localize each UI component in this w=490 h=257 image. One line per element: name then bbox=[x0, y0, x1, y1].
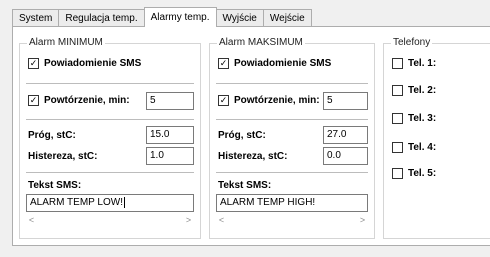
tab-system[interactable]: System bbox=[12, 9, 60, 26]
scroll-left-icon[interactable]: < bbox=[216, 215, 227, 225]
checkbox-max-repeat[interactable]: ✓ bbox=[218, 95, 229, 106]
label-max-sms-notification: Powiadomienie SMS bbox=[234, 58, 332, 69]
scroll-right-icon[interactable]: > bbox=[357, 215, 368, 225]
label-min-hysteresis: Histereza, stC: bbox=[28, 151, 98, 162]
checkbox-row-tel-5[interactable]: Tel. 5: bbox=[392, 168, 436, 179]
separator bbox=[216, 172, 368, 173]
separator bbox=[216, 119, 368, 120]
label-min-sms-text: Tekst SMS: bbox=[28, 180, 82, 191]
checkbox-row-tel-3[interactable]: Tel. 3: bbox=[392, 113, 436, 124]
tab-regulacja-temp[interactable]: Regulacja temp. bbox=[58, 9, 145, 26]
label-max-repeat: Powtórzenie, min: bbox=[234, 95, 320, 106]
checkbox-row-min-repeat[interactable]: ✓ Powtórzenie, min: bbox=[28, 95, 130, 106]
max-sms-text-scrollbar[interactable]: < > bbox=[216, 214, 368, 225]
checkbox-tel-5[interactable] bbox=[392, 168, 403, 179]
min-hysteresis-input[interactable]: 1.0 bbox=[146, 147, 194, 165]
checkbox-row-min-sms[interactable]: ✓ Powiadomienie SMS bbox=[28, 58, 141, 69]
text-caret bbox=[123, 197, 125, 208]
label-max-sms-text: Tekst SMS: bbox=[218, 180, 272, 191]
checkbox-row-max-repeat[interactable]: ✓ Powtórzenie, min: bbox=[218, 95, 320, 106]
group-alarm-maksimum: Alarm MAKSIMUM ✓ Powiadomienie SMS ✓ Pow… bbox=[209, 37, 375, 239]
group-telefony: Telefony Tel. 1: Tel. 2: Tel. 3: Tel. 4:… bbox=[383, 37, 490, 239]
label-min-threshold: Próg, stC: bbox=[28, 130, 76, 141]
label-tel-1: Tel. 1: bbox=[408, 58, 437, 69]
checkbox-tel-4[interactable] bbox=[392, 142, 403, 153]
label-max-threshold: Próg, stC: bbox=[218, 130, 266, 141]
separator bbox=[216, 83, 368, 84]
label-tel-5: Tel. 5: bbox=[408, 168, 437, 179]
scroll-right-icon[interactable]: > bbox=[183, 215, 194, 225]
checkbox-tel-2[interactable] bbox=[392, 85, 403, 96]
checkbox-row-tel-1[interactable]: Tel. 1: bbox=[392, 58, 436, 69]
group-title-alarm-minimum: Alarm MINIMUM bbox=[27, 37, 105, 49]
separator bbox=[26, 172, 194, 173]
label-max-hysteresis: Histereza, stC: bbox=[218, 151, 288, 162]
separator bbox=[26, 119, 194, 120]
tab-panel-alarmy: Alarm MINIMUM ✓ Powiadomienie SMS ✓ Powt… bbox=[12, 26, 490, 246]
group-title-alarm-maksimum: Alarm MAKSIMUM bbox=[217, 37, 305, 49]
tab-strip: System Regulacja temp. Alarmy temp. Wyjś… bbox=[12, 7, 312, 27]
tab-wyjscie[interactable]: Wyjście bbox=[215, 9, 264, 26]
checkbox-tel-1[interactable] bbox=[392, 58, 403, 69]
label-tel-4: Tel. 4: bbox=[408, 142, 437, 153]
tab-alarmy-temp[interactable]: Alarmy temp. bbox=[143, 7, 217, 27]
min-repeat-input[interactable]: 5 bbox=[146, 92, 194, 110]
group-alarm-minimum: Alarm MINIMUM ✓ Powiadomienie SMS ✓ Powt… bbox=[19, 37, 201, 239]
max-threshold-input[interactable]: 27.0 bbox=[323, 126, 368, 144]
max-repeat-input[interactable]: 5 bbox=[323, 92, 368, 110]
group-title-telefony: Telefony bbox=[391, 37, 433, 49]
checkbox-max-sms-notification[interactable]: ✓ bbox=[218, 58, 229, 69]
min-sms-text-scrollbar[interactable]: < > bbox=[26, 214, 194, 225]
scroll-left-icon[interactable]: < bbox=[26, 215, 37, 225]
min-threshold-input[interactable]: 15.0 bbox=[146, 126, 194, 144]
checkbox-row-tel-2[interactable]: Tel. 2: bbox=[392, 85, 436, 96]
min-sms-text-input[interactable]: ALARM TEMP LOW! bbox=[26, 194, 194, 212]
label-tel-3: Tel. 3: bbox=[408, 113, 437, 124]
label-tel-2: Tel. 2: bbox=[408, 85, 437, 96]
min-sms-text-value: ALARM TEMP LOW! bbox=[30, 197, 123, 209]
label-min-sms-notification: Powiadomienie SMS bbox=[44, 58, 142, 69]
separator bbox=[26, 83, 194, 84]
checkbox-min-sms-notification[interactable]: ✓ bbox=[28, 58, 39, 69]
max-hysteresis-input[interactable]: 0.0 bbox=[323, 147, 368, 165]
tab-wejscie[interactable]: Wejście bbox=[262, 9, 312, 26]
checkbox-row-max-sms[interactable]: ✓ Powiadomienie SMS bbox=[218, 58, 331, 69]
checkbox-tel-3[interactable] bbox=[392, 113, 403, 124]
checkbox-row-tel-4[interactable]: Tel. 4: bbox=[392, 142, 436, 153]
max-sms-text-input[interactable]: ALARM TEMP HIGH! bbox=[216, 194, 368, 212]
label-min-repeat: Powtórzenie, min: bbox=[44, 95, 130, 106]
checkbox-min-repeat[interactable]: ✓ bbox=[28, 95, 39, 106]
